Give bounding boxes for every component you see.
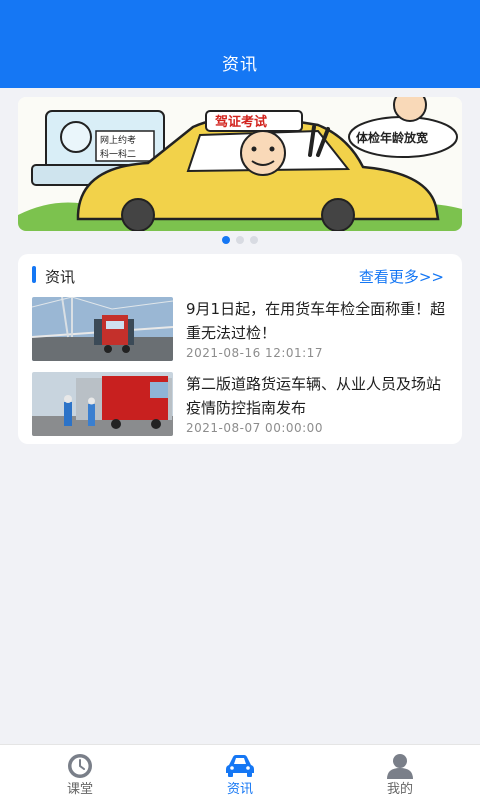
news-card-header: 资讯 查看更多>>: [18, 254, 462, 294]
news-card: 资讯 查看更多>> 9月1日起，在用货车年检全面称重！超重无法过检！ 2021-…: [18, 254, 462, 444]
banner-illustration: 网上约考 科一科二 驾证考试 体检年龄放宽: [18, 97, 462, 231]
exam-sign: 驾证考试: [205, 110, 303, 132]
news-item[interactable]: 9月1日起，在用货车年检全面称重！超重无法过检！ 2021-08-16 12:0…: [32, 297, 452, 363]
svg-text:网上约考: 网上约考: [100, 134, 136, 146]
car-icon: [224, 751, 256, 781]
news-time: 2021-08-07 00:00:00: [186, 421, 323, 435]
svg-text:体检年龄放宽: 体检年龄放宽: [356, 130, 428, 145]
tab-label: 我的: [386, 782, 413, 797]
news-time: 2021-08-16 12:01:17: [186, 346, 323, 360]
section-accent-bar: [32, 266, 36, 283]
bottom-tab-bar: 课堂 资讯 我的: [0, 744, 480, 800]
news-thumbnail: [32, 297, 173, 361]
clock-icon: [64, 751, 96, 781]
carousel-dot[interactable]: [236, 236, 244, 244]
tab-mine[interactable]: 我的: [360, 745, 440, 800]
app-header: 资讯: [0, 0, 480, 88]
carousel-dot[interactable]: [250, 236, 258, 244]
news-thumbnail: [32, 372, 173, 436]
see-more-link[interactable]: 查看更多>>: [359, 266, 444, 287]
tab-label: 课堂: [66, 782, 93, 797]
section-title: 资讯: [45, 268, 76, 286]
svg-text:科一科二: 科一科二: [100, 148, 136, 160]
banner-carousel[interactable]: 网上约考 科一科二 驾证考试 体检年龄放宽: [18, 97, 462, 231]
tab-label: 资讯: [226, 782, 253, 797]
news-title: 第二版道路货运车辆、从业人员及场站疫情防控指南发布: [186, 375, 442, 417]
page-title: 资讯: [222, 55, 258, 75]
news-title: 9月1日起，在用货车年检全面称重！超重无法过检！: [186, 300, 446, 342]
tab-news[interactable]: 资讯: [200, 745, 280, 800]
news-item[interactable]: 第二版道路货运车辆、从业人员及场站疫情防控指南发布 2021-08-07 00:…: [32, 372, 452, 438]
user-icon: [384, 751, 416, 781]
tab-classroom[interactable]: 课堂: [40, 745, 120, 800]
carousel-dot-active[interactable]: [222, 236, 230, 244]
svg-text:驾证考试: 驾证考试: [215, 114, 267, 130]
carousel-indicator: [0, 236, 480, 244]
